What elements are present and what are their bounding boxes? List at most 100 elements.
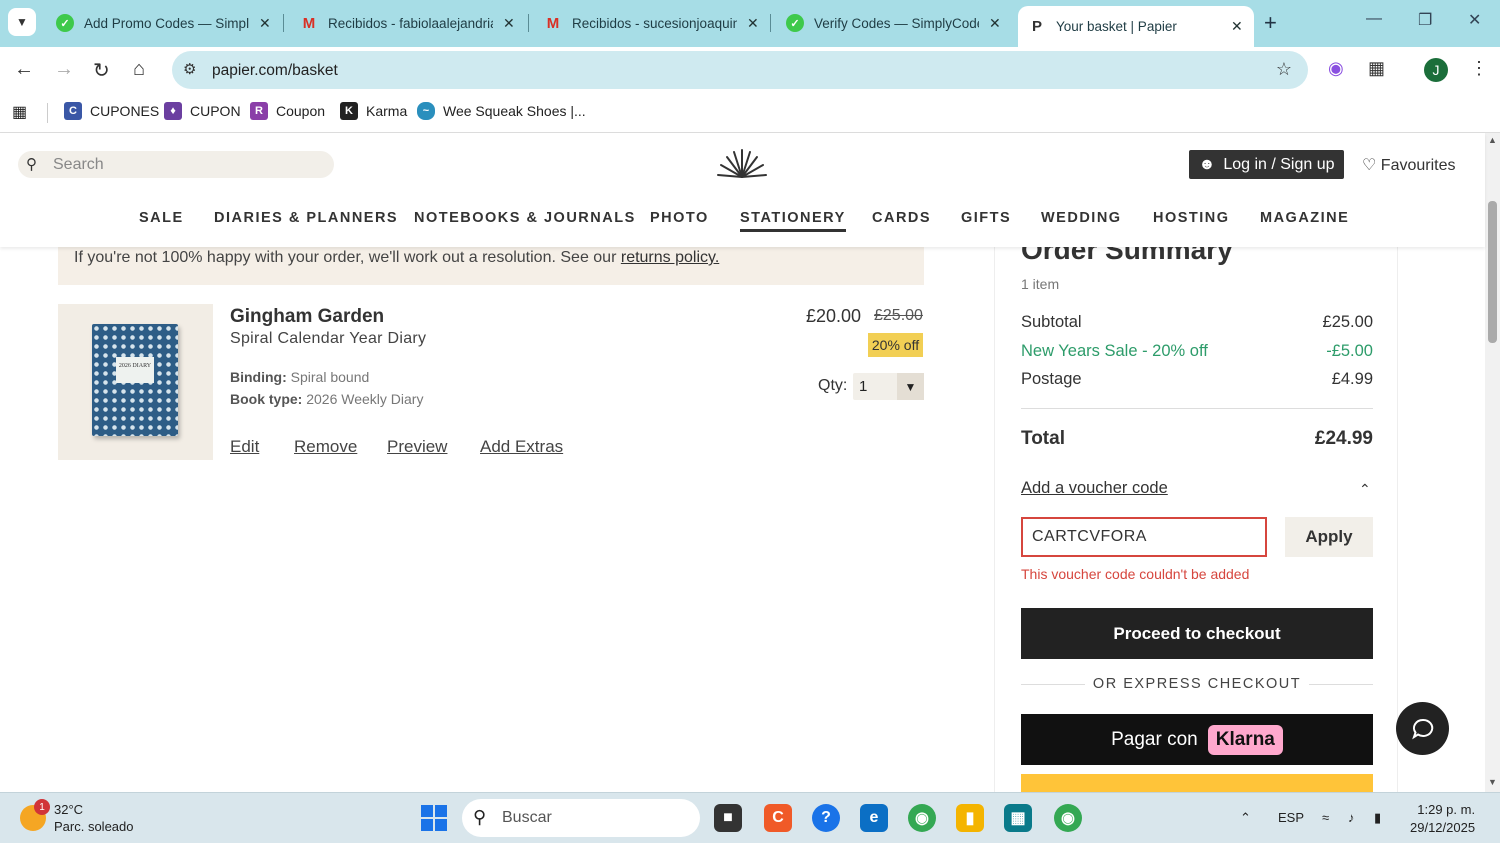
login-label: Log in / Sign up xyxy=(1223,155,1335,173)
proceed-to-checkout-button[interactable]: Proceed to checkout xyxy=(1021,608,1373,659)
bookmark-wee-squeak[interactable]: ~ Wee Squeak Shoes |... xyxy=(417,102,586,120)
close-tab-icon[interactable]: ✕ xyxy=(989,15,1001,32)
weather-widget[interactable]: 1 32°C Parc. soleado xyxy=(20,799,134,835)
apply-voucher-button[interactable]: Apply xyxy=(1285,517,1373,557)
bookmark-label: CUPONES xyxy=(90,103,160,119)
nav-cards[interactable]: CARDS xyxy=(872,210,931,226)
express-checkout-divider: OR EXPRESS CHECKOUT xyxy=(1021,674,1374,694)
binding-value: Spiral bound xyxy=(290,369,370,385)
site-header: ⚲ Search ☻ Log in / Sign up ♡ Favourites… xyxy=(0,133,1485,247)
minimize-icon[interactable]: — xyxy=(1366,10,1382,28)
binding-label: Binding: xyxy=(230,369,287,385)
quantity-select[interactable]: 1 ▼ xyxy=(853,373,924,400)
close-tab-icon[interactable]: ✕ xyxy=(1231,18,1243,35)
notification-badge: 1 xyxy=(34,799,50,815)
scroll-down-icon[interactable]: ▼ xyxy=(1488,777,1497,787)
nav-hosting[interactable]: HOSTING xyxy=(1153,210,1230,226)
klarna-button[interactable]: Pagar con Klarna xyxy=(1021,714,1373,765)
add-extras-link[interactable]: Add Extras xyxy=(480,437,563,457)
edit-link[interactable]: Edit xyxy=(230,437,259,457)
remove-link[interactable]: Remove xyxy=(294,437,357,457)
site-info-icon[interactable]: ⚙ xyxy=(183,60,196,78)
windows-start-icon[interactable] xyxy=(421,805,447,831)
chrome-app-icon[interactable]: ◉ xyxy=(908,804,936,832)
profile-avatar[interactable]: J xyxy=(1424,58,1448,82)
close-window-icon[interactable]: ✕ xyxy=(1468,10,1481,30)
klarna-prefix: Pagar con xyxy=(1111,728,1198,750)
store-app-icon[interactable]: ▦ xyxy=(1004,804,1032,832)
bookmark-coupon[interactable]: R Coupon xyxy=(250,102,325,120)
returns-policy-link[interactable]: returns policy. xyxy=(621,249,719,266)
restore-icon[interactable]: ❐ xyxy=(1418,10,1432,30)
wifi-icon[interactable]: ≈ xyxy=(1322,810,1329,825)
scroll-up-icon[interactable]: ▲ xyxy=(1488,135,1497,145)
preview-link[interactable]: Preview xyxy=(387,437,447,457)
volume-icon[interactable]: ♪ xyxy=(1348,810,1355,825)
bookmark-cupon[interactable]: ♦ CUPON xyxy=(164,102,241,120)
close-tab-icon[interactable]: ✕ xyxy=(259,15,271,32)
help-app-icon[interactable]: ? xyxy=(812,804,840,832)
nav-gifts[interactable]: GIFTS xyxy=(961,210,1011,226)
chevron-up-icon[interactable]: ⌃ xyxy=(1359,481,1371,498)
forward-icon[interactable]: → xyxy=(54,58,74,81)
taskbar-search[interactable]: ⚲ Buscar xyxy=(462,799,700,837)
close-tab-icon[interactable]: ✕ xyxy=(503,15,515,32)
back-icon[interactable]: ← xyxy=(14,58,34,81)
extension-icon[interactable]: ◉ xyxy=(1328,58,1344,79)
apps-grid-icon[interactable]: ▦ xyxy=(12,102,27,122)
extensions-puzzle-icon[interactable]: ▦ xyxy=(1368,58,1385,79)
bookmark-karma[interactable]: K Karma xyxy=(340,102,407,120)
sale-value: -£5.00 xyxy=(1326,342,1373,360)
terminal-app-icon[interactable]: ■ xyxy=(714,804,742,832)
chat-button[interactable] xyxy=(1396,702,1449,755)
nav-photo[interactable]: PHOTO xyxy=(650,210,709,226)
papier-logo-icon[interactable] xyxy=(714,149,770,184)
scrollbar-thumb[interactable] xyxy=(1488,201,1497,343)
address-bar[interactable]: ⚙ papier.com/basket ☆ xyxy=(172,51,1308,89)
battery-icon[interactable]: ▮ xyxy=(1374,810,1381,826)
edge-app-icon[interactable]: e xyxy=(860,804,888,832)
booktype-value: 2026 Weekly Diary xyxy=(306,391,424,407)
chat-bubble-icon xyxy=(1411,718,1433,739)
tab-recibidos-fabiola[interactable]: M Recibidos - fabiolaalejandria ✕ xyxy=(290,6,525,40)
system-clock[interactable]: 1:29 p. m. 29/12/2025 xyxy=(1410,801,1475,837)
add-voucher-link[interactable]: Add a voucher code xyxy=(1021,479,1168,498)
new-tab-icon[interactable]: + xyxy=(1264,10,1277,36)
site-search-input[interactable]: ⚲ Search xyxy=(18,151,334,178)
paypal-button[interactable] xyxy=(1021,774,1373,792)
product-image[interactable]: 2026 DIARY xyxy=(58,304,213,460)
voucher-code-input[interactable]: CARTCVFORA xyxy=(1021,517,1267,557)
nav-diaries-planners[interactable]: DIARIES & PLANNERS xyxy=(214,210,398,226)
nav-stationery[interactable]: STATIONERY xyxy=(740,210,846,232)
bookmark-star-icon[interactable]: ☆ xyxy=(1276,59,1292,80)
home-icon[interactable]: ⌂ xyxy=(133,58,145,81)
page-scrollbar[interactable]: ▲ ▼ xyxy=(1485,133,1500,792)
tab-recibidos-sucesion[interactable]: M Recibidos - sucesionjoaquin ✕ xyxy=(534,6,769,40)
close-tab-icon[interactable]: ✕ xyxy=(747,15,759,32)
tab-verify-codes[interactable]: ✓ Verify Codes — SimplyCode ✕ xyxy=(776,6,1011,40)
tab-search-button[interactable]: ▼ xyxy=(8,8,36,36)
input-language[interactable]: ESP xyxy=(1278,810,1304,825)
nav-sale[interactable]: SALE xyxy=(139,210,184,226)
url-text[interactable]: papier.com/basket xyxy=(212,62,338,80)
login-signup-button[interactable]: ☻ Log in / Sign up xyxy=(1189,150,1344,179)
cupones-icon: C xyxy=(64,102,82,120)
chrome-menu-icon[interactable]: ⋮ xyxy=(1470,58,1488,79)
nav-notebooks-journals[interactable]: NOTEBOOKS & JOURNALS xyxy=(414,210,636,226)
bookmark-cupones[interactable]: C CUPONES xyxy=(64,102,159,120)
search-icon: ⚲ xyxy=(26,156,37,173)
tab-add-promo-codes[interactable]: ✓ Add Promo Codes — Simply ✕ xyxy=(46,6,281,40)
favourites-link[interactable]: ♡ Favourites xyxy=(1362,155,1456,175)
recorder-app-icon[interactable]: C xyxy=(764,804,792,832)
nav-magazine[interactable]: MAGAZINE xyxy=(1260,210,1349,226)
nav-wedding[interactable]: WEDDING xyxy=(1041,210,1122,226)
tab-papier-basket[interactable]: P Your basket | Papier ✕ xyxy=(1018,6,1254,47)
notice-text: If you're not 100% happy with your order… xyxy=(74,249,621,266)
file-explorer-icon[interactable]: ▮ xyxy=(956,804,984,832)
chrome-profile-app-icon[interactable]: ◉ xyxy=(1054,804,1082,832)
price-current: £20.00 xyxy=(806,306,862,326)
bookmark-label: Coupon xyxy=(276,103,326,119)
show-hidden-icons-icon[interactable]: ⌃ xyxy=(1240,810,1251,826)
product-name[interactable]: Gingham Garden xyxy=(230,306,384,328)
reload-icon[interactable]: ↻ xyxy=(93,58,110,83)
